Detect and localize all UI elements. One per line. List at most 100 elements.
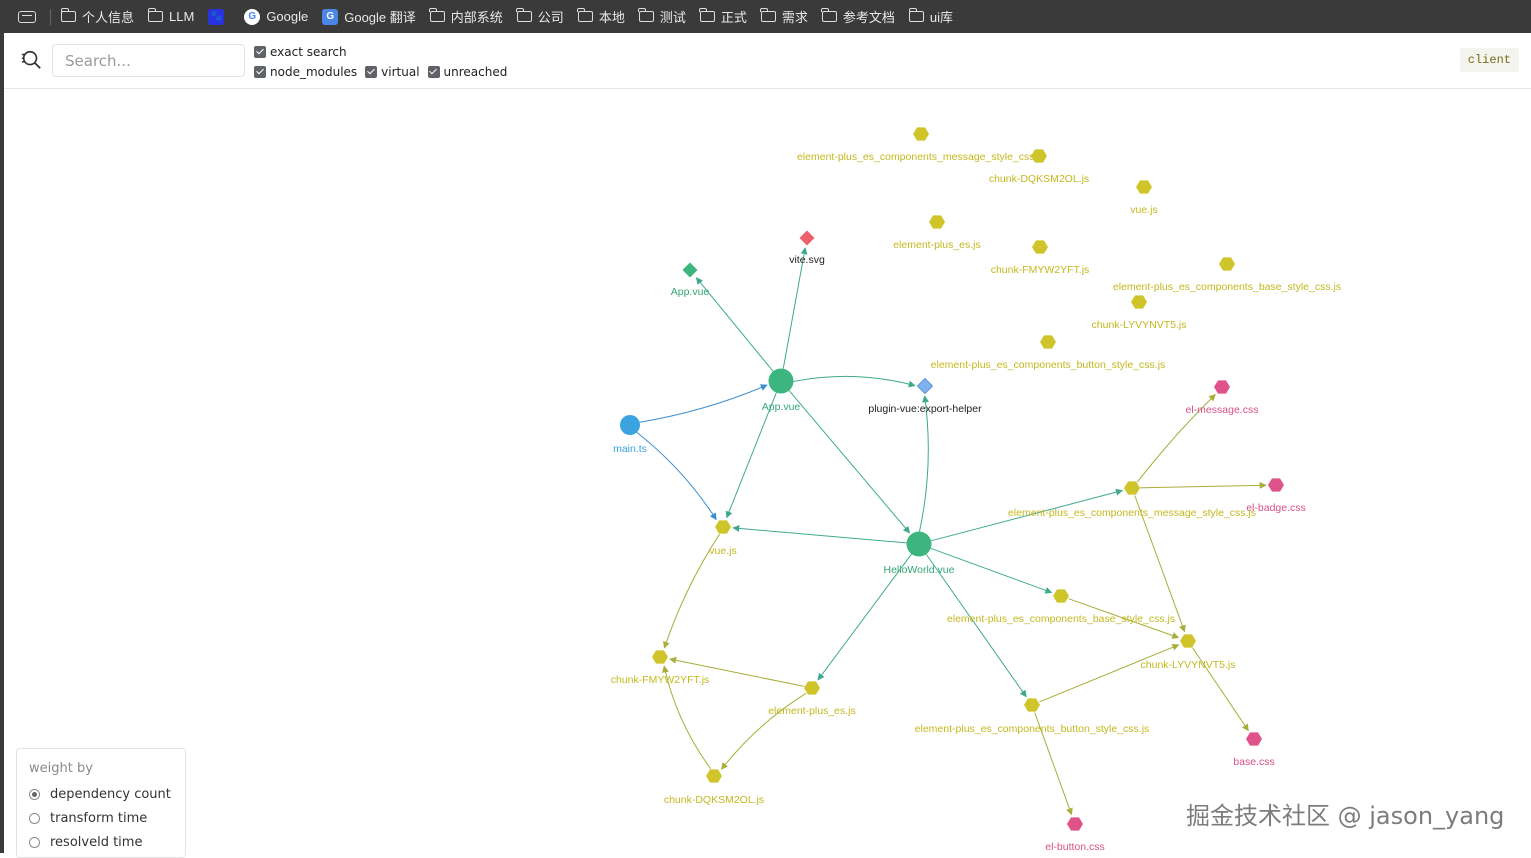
node-circle-icon [620,415,640,435]
node-circle-icon [906,531,932,557]
node-hex-icon [715,520,731,534]
node-label: element-plus_es_components_message_style… [797,151,1045,163]
node-label: main.ts [613,443,647,455]
node-label: element-plus_es_components_message_style… [1008,507,1256,519]
node-hex-icon [1131,295,1147,309]
node-label: element-plus_es.js [768,705,856,717]
node-modules-checkbox[interactable]: node_modules [254,65,357,79]
graph-node-lyv[interactable]: chunk-LYVYNVT5.js [1141,634,1236,671]
edge-appvue-to-helper [793,375,916,388]
node-label: vue.js [709,545,736,557]
graph-node-basestyle[interactable]: element-plus_es_components_base_style_cs… [947,589,1175,625]
checkbox-checked-icon [365,66,378,78]
node-hex-icon [1246,732,1262,746]
graph-node-main[interactable]: main.ts [613,415,647,455]
graph-node-u8[interactable]: element-plus_es_components_button_style_… [931,335,1166,371]
node-label: chunk-DQKSM2OL.js [664,794,764,806]
edge-hello-to-vuejs [732,524,907,544]
node-hex-icon [1136,180,1152,194]
module-graph[interactable]: main.ts App.vue App.vue vite.svg plugin-vue:… [0,0,1531,853]
node-hex-icon [652,650,668,664]
node-hex-icon [1219,257,1235,271]
node-label: App.vue [762,401,801,413]
search-input[interactable] [52,44,245,77]
graph-node-ep[interactable]: element-plus_es.js [768,681,856,717]
weight-resolved-time-radio[interactable]: resolveld time [29,830,173,854]
virtual-checkbox[interactable]: virtual [365,65,420,79]
checkbox-checked-icon [254,66,266,78]
weight-by-panel: weight by dependency count transform tim… [16,748,186,858]
watermark: 掘金技术社区 @ jason_yang [1186,802,1505,830]
node-label: vite.svg [789,254,825,266]
graph-node-appvue[interactable]: App.vue [762,368,801,414]
node-label: el-message.css [1186,404,1259,416]
node-hex-icon [1268,478,1284,492]
environment-badge[interactable]: client [1459,48,1519,72]
checkbox-label: virtual [381,65,420,79]
radio-label: transform time [50,810,148,826]
graph-node-u3[interactable]: vue.js [1130,180,1158,216]
checkbox-label: unreached [443,65,508,79]
checkbox-label: node_modules [270,65,358,79]
graph-node-fmy[interactable]: chunk-FMYW2YFT.js [611,650,710,686]
graph-node-elbadge[interactable]: el-badge.css [1246,478,1306,514]
graph-node-vuejs[interactable]: vue.js [709,520,737,557]
checkbox-label: exact search [270,45,347,59]
node-label: element-plus_es_components_base_style_cs… [947,613,1175,625]
node-label: HelloWorld.vue [883,564,954,576]
node-hex-icon [929,215,945,229]
edge-main-to-vuejs [636,431,717,521]
graph-node-u6[interactable]: element-plus_es_components_base_style_cs… [1113,257,1341,293]
graph-node-u1[interactable]: element-plus_es_components_message_style… [797,127,1045,163]
node-label: element-plus_es.js [893,239,981,251]
graph-node-elbtn[interactable]: el-button.css [1045,817,1105,853]
toolbar: exact search node_modules virtual unreac… [4,33,1531,89]
weight-dependency-count-radio[interactable]: dependency count [29,782,173,806]
node-label: chunk-LYVYNVT5.js [1141,659,1236,671]
node-label: chunk-DQKSM2OL.js [989,173,1089,185]
weight-by-title: weight by [29,761,93,776]
graph-node-msgstyle[interactable]: element-plus_es_components_message_style… [1008,481,1256,519]
node-hex-icon [1214,380,1230,394]
graph-node-btnstyle[interactable]: element-plus_es_components_button_style_… [915,698,1150,735]
node-hex-icon [913,127,929,141]
graph-node-vitesvg[interactable]: vite.svg [789,230,825,267]
node-label: element-plus_es_components_button_style_… [915,723,1150,735]
node-hex-icon [1032,240,1048,254]
radio-empty-icon [29,836,40,848]
radio-label: dependency count [50,786,171,802]
graph-node-u7[interactable]: chunk-LYVYNVT5.js [1092,295,1187,331]
checkbox-checked-icon [254,46,266,58]
node-label: chunk-FMYW2YFT.js [991,264,1090,276]
node-hex-icon [706,769,722,783]
node-hex-icon [1124,481,1140,495]
node-hex-icon [1180,634,1196,648]
node-diamond-icon [682,262,698,278]
edge-main-to-appvue [639,384,768,423]
node-label: base.css [1233,756,1274,768]
graph-search-icon[interactable] [20,49,42,71]
node-label: element-plus_es_components_button_style_… [931,359,1166,371]
graph-node-elmsg[interactable]: el-message.css [1186,380,1259,416]
graph-node-basecss[interactable]: base.css [1233,732,1275,768]
graph-node-appvue2[interactable]: App.vue [671,262,710,299]
graph-node-helper[interactable]: plugin-vue:export-helper [868,377,982,416]
node-diamond-icon [916,377,934,395]
graph-node-u4[interactable]: element-plus_es.js [893,215,981,251]
node-hex-icon [1024,698,1040,712]
unreached-checkbox[interactable]: unreached [427,65,508,79]
graph-node-dqk[interactable]: chunk-DQKSM2OL.js [664,769,764,806]
radio-label: resolveld time [50,834,143,850]
node-diamond-icon [799,230,815,246]
node-label: plugin-vue:export-helper [868,403,982,415]
node-label: App.vue [671,286,710,298]
node-label: el-button.css [1045,841,1105,853]
weight-transform-time-radio[interactable]: transform time [29,806,173,830]
node-hex-icon [1053,589,1069,603]
checkbox-checked-icon [427,66,440,78]
exact-search-checkbox[interactable]: exact search [254,45,347,59]
graph-node-hello[interactable]: HelloWorld.vue [883,531,955,577]
node-label: chunk-LYVYNVT5.js [1092,319,1187,331]
node-circle-icon [768,368,794,394]
graph-node-u5[interactable]: chunk-FMYW2YFT.js [991,240,1090,276]
